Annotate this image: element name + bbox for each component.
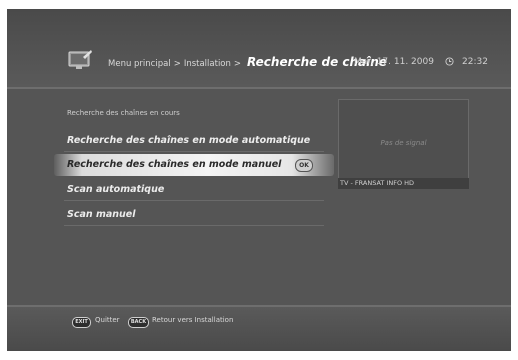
menu-item-manual-search[interactable]: Recherche des chaînes en mode manuel OK xyxy=(54,154,334,176)
date-display: Mar, 17. 11. 2009 xyxy=(354,57,434,67)
menu-item-label: Scan manuel xyxy=(67,209,136,220)
menu-item-auto-scan[interactable]: Scan automatique xyxy=(54,179,334,201)
menu-item-label: Recherche des chaînes en mode manuel xyxy=(67,159,282,170)
no-signal-text: Pas de signal xyxy=(380,139,427,147)
menu-divider xyxy=(64,200,324,201)
clock-icon xyxy=(445,57,454,66)
back-label: Retour vers Installation xyxy=(152,316,234,324)
menu-divider xyxy=(64,225,324,226)
breadcrumb-separator: > xyxy=(173,59,181,69)
breadcrumb-root: Menu principal xyxy=(108,59,171,69)
breadcrumb-separator: > xyxy=(233,59,242,69)
exit-label: Quitter xyxy=(95,316,120,324)
time-display: 22:32 xyxy=(462,57,488,67)
menu-item-manual-scan[interactable]: Scan manuel xyxy=(54,204,334,226)
channel-preview: Pas de signal xyxy=(338,99,469,189)
exit-key-icon[interactable]: EXIT xyxy=(72,317,91,328)
menu-divider xyxy=(64,151,324,152)
header-divider xyxy=(7,87,511,89)
breadcrumb-section: Installation xyxy=(183,59,231,69)
header-bar xyxy=(7,9,511,87)
footer-bar: EXIT Quitter BACK Retour vers Installati… xyxy=(7,307,511,351)
breadcrumb: Menu principal > Installation > Recherch… xyxy=(108,55,387,69)
tv-screen: Menu principal > Installation > Recherch… xyxy=(7,9,511,351)
back-key-icon[interactable]: BACK xyxy=(128,317,149,328)
menu-item-label: Recherche des chaînes en mode automatiqu… xyxy=(67,135,311,146)
status-text: Recherche des chaînes en cours xyxy=(67,109,180,117)
channel-name: TV - FRANSAT INFO HD xyxy=(340,179,415,187)
tv-settings-icon xyxy=(68,50,92,69)
menu-item-auto-search[interactable]: Recherche des chaînes en mode automatiqu… xyxy=(54,130,334,152)
ok-button-icon: OK xyxy=(295,159,313,172)
menu-item-label: Scan automatique xyxy=(67,184,165,195)
channel-bar: TV - FRANSAT INFO HD xyxy=(338,178,469,189)
